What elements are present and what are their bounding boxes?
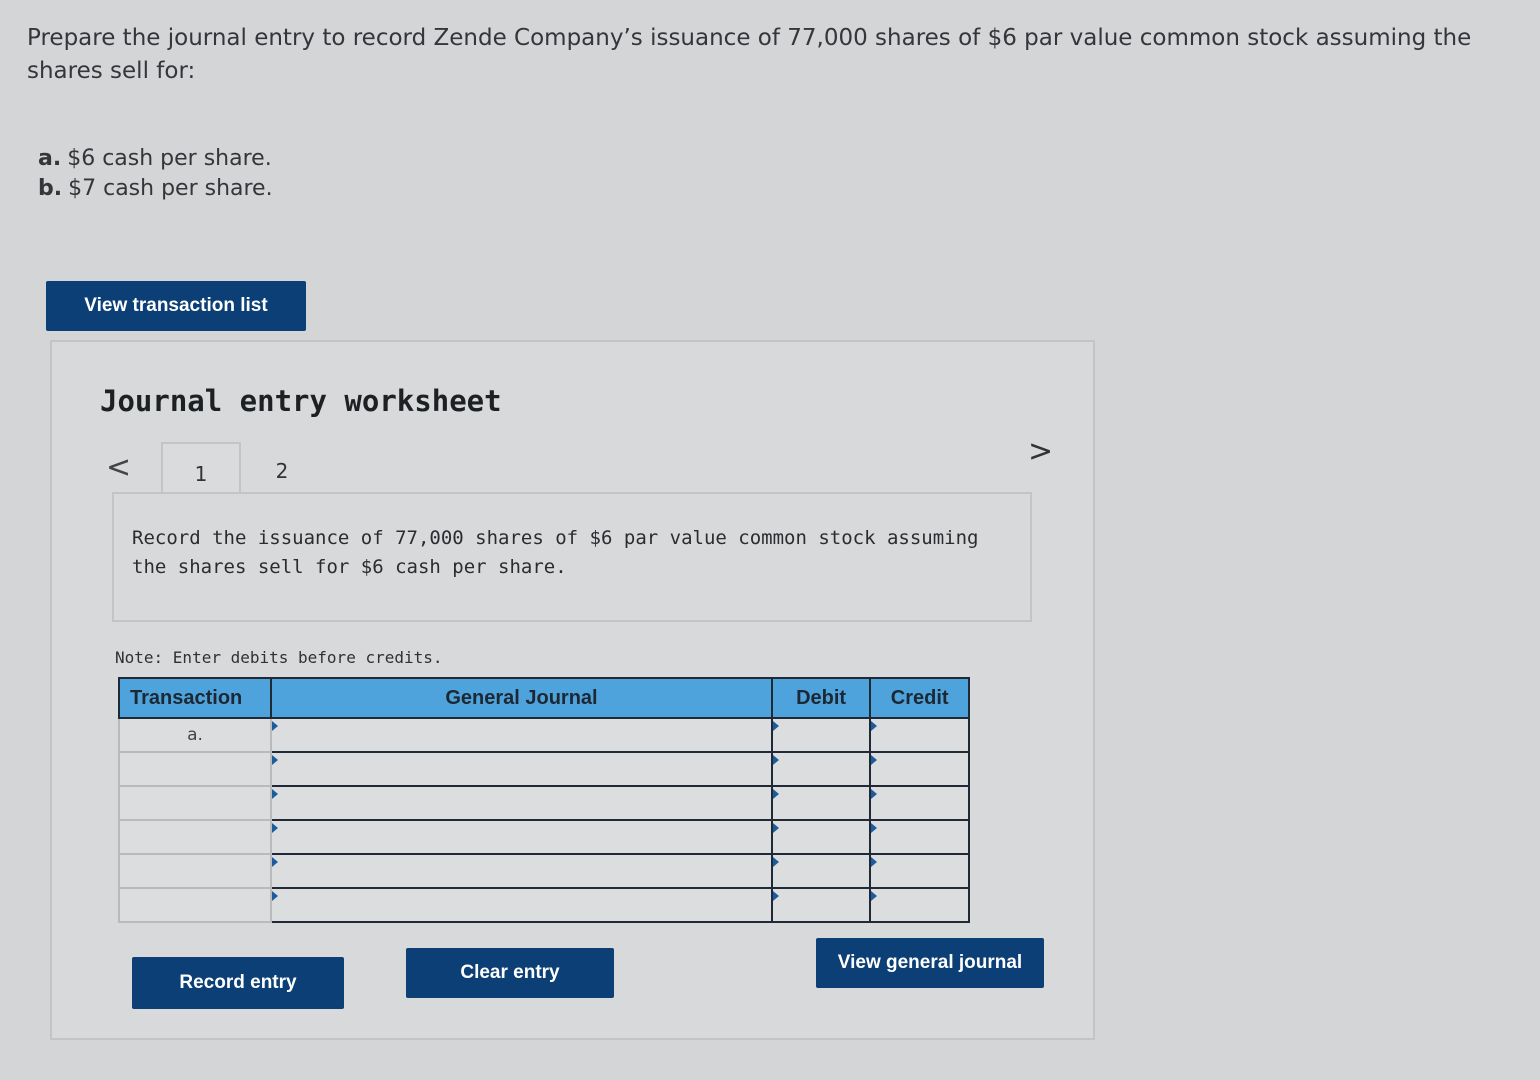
account-input[interactable] (272, 787, 771, 819)
clear-entry-button[interactable]: Clear entry (406, 948, 614, 998)
option-a-text: $6 cash per share. (67, 146, 272, 171)
credit-cell[interactable] (869, 785, 970, 821)
account-input[interactable] (272, 855, 771, 887)
debit-cell[interactable] (770, 785, 872, 821)
general-journal-cell[interactable] (270, 751, 773, 787)
transaction-cell (117, 819, 273, 855)
option-b-text: $7 cash per share. (68, 176, 273, 201)
question-text: Prepare the journal entry to record Zend… (27, 25, 1472, 84)
credit-input[interactable] (871, 719, 968, 751)
general-journal-cell[interactable] (270, 785, 773, 821)
transaction-cell: a. (117, 717, 273, 753)
option-b-label: b. (38, 176, 63, 201)
note-text: Note: Enter debits before credits. (115, 648, 443, 667)
debit-cell[interactable] (770, 819, 872, 855)
next-arrow-icon[interactable]: > (1028, 434, 1053, 469)
table-row (117, 853, 970, 889)
general-journal-cell[interactable] (270, 819, 773, 855)
debit-input[interactable] (772, 787, 870, 819)
debit-cell[interactable] (770, 853, 872, 889)
credit-cell[interactable] (869, 819, 970, 855)
view-transaction-list-button[interactable]: View transaction list (46, 281, 306, 331)
account-input[interactable] (272, 719, 771, 751)
worksheet-title: Journal entry worksheet (100, 384, 502, 418)
credit-input[interactable] (871, 753, 968, 785)
table-row (117, 751, 970, 787)
account-input[interactable] (272, 889, 771, 921)
table-row: a. (117, 717, 970, 753)
table-row (117, 819, 970, 855)
table-row (117, 785, 970, 821)
credit-input[interactable] (871, 821, 968, 853)
credit-input[interactable] (871, 889, 968, 921)
credit-cell[interactable] (869, 887, 970, 923)
debit-input[interactable] (772, 719, 870, 751)
view-general-journal-button[interactable]: View general journal (816, 938, 1044, 988)
record-entry-button[interactable]: Record entry (132, 957, 344, 1009)
transaction-cell (117, 751, 273, 787)
general-journal-cell[interactable] (270, 717, 773, 753)
header-general-journal: General Journal (270, 677, 773, 719)
option-a: a. $6 cash per share. (38, 144, 273, 174)
debit-cell[interactable] (770, 751, 872, 787)
general-journal-cell[interactable] (270, 853, 773, 889)
debit-cell[interactable] (770, 887, 872, 923)
table-row (117, 887, 970, 923)
option-b: b. $7 cash per share. (38, 174, 273, 204)
header-credit: Credit (869, 677, 970, 719)
credit-cell[interactable] (869, 853, 970, 889)
transaction-cell (117, 887, 273, 923)
option-a-label: a. (38, 146, 62, 171)
prev-arrow-icon[interactable]: < (106, 450, 131, 485)
journal-entry-worksheet-panel: Journal entry worksheet < > 1 2 Record t… (50, 340, 1095, 1040)
credit-input[interactable] (871, 787, 968, 819)
journal-table: Transaction General Journal Debit Credit… (117, 677, 970, 923)
debit-input[interactable] (772, 855, 870, 887)
credit-cell[interactable] (869, 751, 970, 787)
worksheet-prompt: Record the issuance of 77,000 shares of … (112, 492, 1032, 622)
debit-cell[interactable] (770, 717, 872, 753)
header-transaction: Transaction (117, 677, 273, 719)
credit-input[interactable] (871, 855, 968, 887)
debit-input[interactable] (772, 889, 870, 921)
transaction-cell (117, 853, 273, 889)
transaction-cell (117, 785, 273, 821)
debit-input[interactable] (772, 753, 870, 785)
debit-input[interactable] (772, 821, 870, 853)
account-input[interactable] (272, 821, 771, 853)
header-debit: Debit (770, 677, 872, 719)
journal-header-row: Transaction General Journal Debit Credit (117, 677, 970, 719)
answer-options: a. $6 cash per share. b. $7 cash per share… (38, 144, 273, 204)
account-input[interactable] (272, 753, 771, 785)
general-journal-cell[interactable] (270, 887, 773, 923)
credit-cell[interactable] (869, 717, 970, 753)
